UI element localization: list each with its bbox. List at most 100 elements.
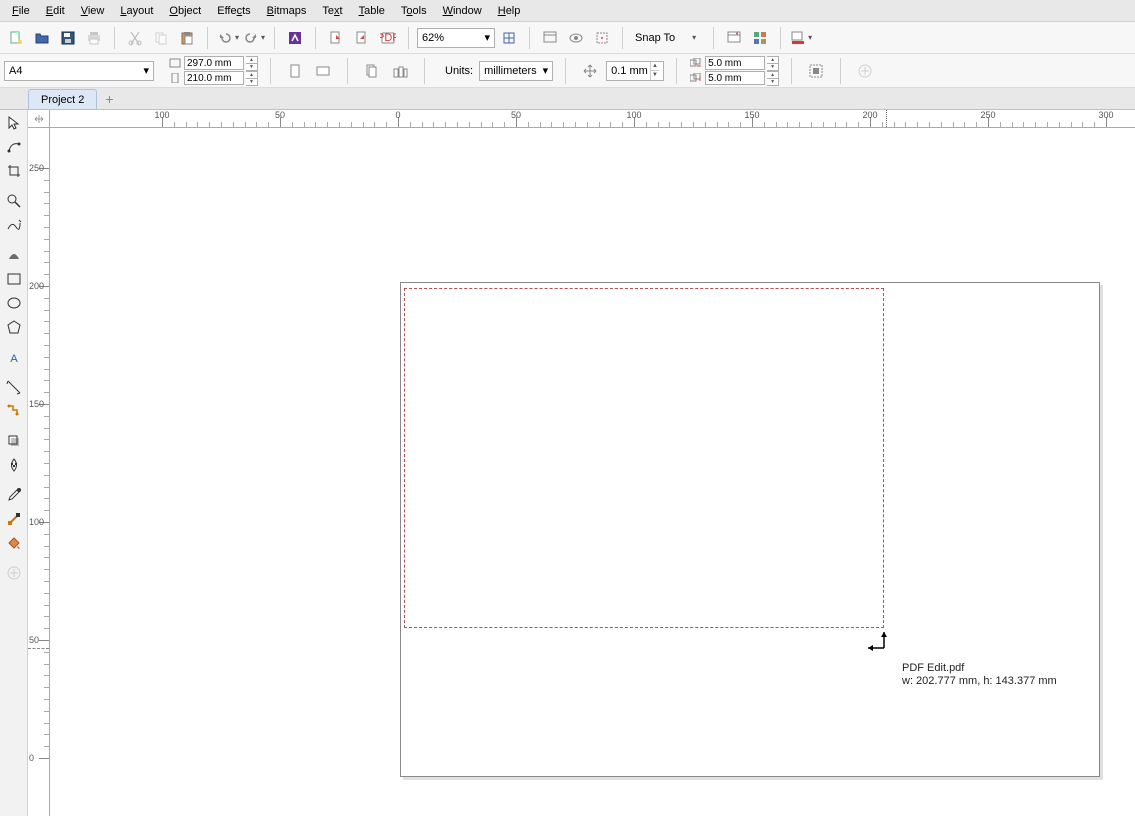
page-size-input[interactable] — [9, 62, 143, 80]
fill-color-button[interactable]: ▾ — [789, 26, 813, 50]
pick-tool[interactable] — [3, 112, 25, 134]
options-button[interactable] — [722, 26, 746, 50]
add-button[interactable] — [853, 59, 877, 83]
copy-button[interactable] — [149, 26, 173, 50]
page-size-combo[interactable]: ▾ — [4, 61, 154, 81]
fullscreen-button[interactable] — [538, 26, 562, 50]
dup-y-input[interactable] — [708, 73, 762, 84]
units-combo[interactable]: ▾ — [479, 61, 553, 81]
page-width-spinner[interactable]: ▲▼ — [246, 56, 258, 70]
shape-tool[interactable] — [3, 136, 25, 158]
connector-tool[interactable] — [3, 400, 25, 422]
menu-bitmaps[interactable]: Bitmaps — [259, 3, 315, 19]
dup-y-icon — [689, 73, 703, 83]
menu-help[interactable]: Help — [490, 3, 529, 19]
menu-effects[interactable]: Effects — [209, 3, 258, 19]
drop-shadow-tool[interactable] — [3, 430, 25, 452]
menu-table[interactable]: Table — [351, 3, 393, 19]
app-launcher-button[interactable] — [748, 26, 772, 50]
ruler-origin[interactable] — [28, 110, 50, 128]
snap-to-label: Snap To — [631, 32, 679, 44]
text-tool[interactable]: A — [3, 346, 25, 368]
snap-toggle-button[interactable] — [590, 26, 614, 50]
rectangle-tool[interactable] — [3, 268, 25, 290]
artistic-media-tool[interactable] — [3, 244, 25, 266]
export-button[interactable] — [350, 26, 374, 50]
tab-project2[interactable]: Project 2 — [28, 89, 97, 109]
crop-tool[interactable] — [3, 160, 25, 182]
tab-label: Project 2 — [41, 94, 84, 106]
tooltip-filename: PDF Edit.pdf — [902, 662, 1057, 675]
open-button[interactable] — [30, 26, 54, 50]
import-button[interactable] — [324, 26, 348, 50]
svg-text:PDF: PDF — [380, 32, 396, 44]
zoom-input[interactable] — [422, 29, 484, 47]
page-dimensions: ▲▼ ▲▼ — [168, 56, 258, 85]
width-icon — [168, 58, 182, 68]
transparency-tool[interactable] — [3, 454, 25, 476]
save-button[interactable] — [56, 26, 80, 50]
height-icon — [168, 73, 182, 83]
menu-tools[interactable]: Tools — [393, 3, 435, 19]
selection-marquee — [404, 288, 884, 628]
eyedropper-tool[interactable] — [3, 484, 25, 506]
dup-x-icon — [689, 58, 703, 68]
duplicate-distance: ▲▼ ▲▼ — [689, 56, 779, 85]
menu-object[interactable]: Object — [161, 3, 209, 19]
search-button[interactable] — [283, 26, 307, 50]
vertical-ruler[interactable]: 250200150100500 — [28, 128, 50, 816]
undo-button[interactable]: ▾ — [216, 26, 240, 50]
smart-fill-tool[interactable] — [3, 532, 25, 554]
nudge-distance-input[interactable]: ▲▼ — [606, 61, 664, 81]
workspace: A 10050050100150200250300 25020015010050… — [0, 110, 1135, 816]
menu-edit[interactable]: Edit — [38, 3, 73, 19]
menu-file[interactable]: File — [4, 3, 38, 19]
redo-button[interactable]: ▾ — [242, 26, 266, 50]
standard-toolbar: ▾ ▾ PDF ▾ Snap To ▾ ▾ — [0, 22, 1135, 54]
menu-text[interactable]: Text — [314, 3, 350, 19]
nudge-icon — [578, 59, 602, 83]
treat-as-filled-button[interactable] — [804, 59, 828, 83]
zoom-fit-button[interactable] — [497, 26, 521, 50]
ellipse-tool[interactable] — [3, 292, 25, 314]
menu-bar: File Edit View Layout Object Effects Bit… — [0, 0, 1135, 22]
preview-button[interactable] — [564, 26, 588, 50]
print-button[interactable] — [82, 26, 106, 50]
nudge-spinner[interactable]: ▲▼ — [650, 62, 659, 80]
parallel-dim-tool[interactable] — [3, 376, 25, 398]
freehand-tool[interactable] — [3, 214, 25, 236]
snap-to-dropdown[interactable]: ▾ — [681, 26, 705, 50]
current-page-button[interactable] — [360, 59, 384, 83]
dup-x-input[interactable] — [708, 58, 762, 69]
publish-pdf-button[interactable]: PDF — [376, 26, 400, 50]
menu-layout[interactable]: Layout — [112, 3, 161, 19]
tooltip: PDF Edit.pdf w: 202.777 mm, h: 143.377 m… — [902, 662, 1057, 688]
toolbox: A — [0, 110, 28, 816]
dup-x-spinner[interactable]: ▲▼ — [767, 56, 779, 70]
page-height-input[interactable] — [187, 73, 241, 84]
page-width-input[interactable] — [187, 58, 241, 69]
paste-button[interactable] — [175, 26, 199, 50]
all-pages-button[interactable] — [388, 59, 412, 83]
interactive-fill-tool[interactable] — [3, 508, 25, 530]
svg-text:A: A — [10, 353, 18, 365]
units-label: Units: — [437, 65, 475, 77]
cursor-crosshair-icon — [866, 628, 890, 652]
landscape-button[interactable] — [311, 59, 335, 83]
horizontal-ruler[interactable]: 10050050100150200250300 — [50, 110, 1135, 128]
units-input[interactable] — [484, 62, 542, 80]
portrait-button[interactable] — [283, 59, 307, 83]
dup-y-spinner[interactable]: ▲▼ — [767, 71, 779, 85]
menu-window[interactable]: Window — [435, 3, 490, 19]
canvas[interactable]: PDF Edit.pdf w: 202.777 mm, h: 143.377 m… — [50, 128, 1135, 816]
page-height-spinner[interactable]: ▲▼ — [246, 71, 258, 85]
zoom-combo[interactable]: ▾ — [417, 28, 495, 48]
menu-view[interactable]: View — [73, 3, 113, 19]
tab-add[interactable]: + — [99, 89, 119, 109]
new-doc-button[interactable] — [4, 26, 28, 50]
polygon-tool[interactable] — [3, 316, 25, 338]
toolbox-add[interactable] — [3, 562, 25, 584]
zoom-tool[interactable] — [3, 190, 25, 212]
tooltip-dimensions: w: 202.777 mm, h: 143.377 mm — [902, 675, 1057, 688]
cut-button[interactable] — [123, 26, 147, 50]
